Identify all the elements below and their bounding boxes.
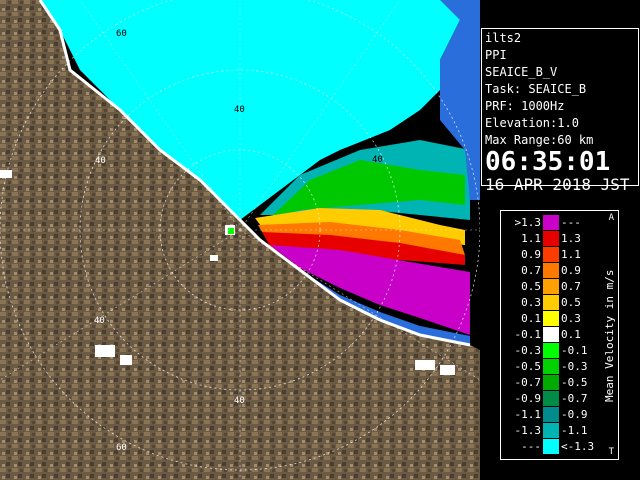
- legend-color-swatch: [543, 247, 559, 262]
- elevation-value: Elevation:1.0: [485, 116, 579, 130]
- legend-row: -0.1 0.1: [501, 327, 601, 342]
- legend-color-swatch: [543, 311, 559, 326]
- legend-high-value: -0.5: [561, 376, 588, 389]
- legend-color-swatch: [543, 231, 559, 246]
- product-name: SEAICE_B_V: [485, 65, 558, 79]
- legend-high-value: -0.3: [561, 360, 588, 373]
- legend-color-swatch: [543, 295, 559, 310]
- legend-low-value: -0.5: [514, 360, 542, 373]
- range-label-40-w: 40: [95, 156, 106, 166]
- task-name: Task: SEAICE_B: [485, 82, 587, 96]
- legend-color-swatch: [543, 439, 559, 454]
- legend-color-swatch: [543, 327, 559, 342]
- legend-title: Mean Velocity in m/s: [603, 269, 616, 403]
- legend-corner-bottom: T: [608, 447, 614, 457]
- legend-row: 0.5 0.7: [501, 279, 601, 294]
- legend-row: 0.7 0.9: [501, 263, 601, 278]
- legend-color-swatch: [543, 263, 559, 278]
- legend-low-value: -1.1: [514, 408, 542, 421]
- legend-color-swatch: [543, 279, 559, 294]
- range-label-60-nw: 60: [116, 29, 127, 39]
- legend-row: -0.9 -0.7: [501, 391, 601, 406]
- legend-high-value: 0.5: [561, 296, 581, 309]
- radar-ppi-display: 60 40 40 40 40 40 60: [0, 0, 480, 480]
- legend-row: >1.3 ---: [501, 215, 601, 230]
- legend-low-value: 0.5: [521, 280, 541, 293]
- legend-color-swatch: [543, 215, 559, 230]
- legend-low-value: 0.9: [521, 248, 541, 261]
- velocity-legend: >1.3 --- 1.1 1.3 0.9 1.1 0.7 0.9 0.5 0.7 0.3 0.5 0.1…: [500, 210, 619, 460]
- legend-row: 0.3 0.5: [501, 295, 601, 310]
- legend-low-value: ---: [521, 440, 541, 453]
- legend-low-value: -0.3: [514, 344, 542, 357]
- scan-date: 16 APR 2018 JST: [485, 175, 630, 194]
- legend-row: -0.3 -0.1: [501, 343, 601, 358]
- scan-time: 06:35:01: [485, 147, 611, 177]
- range-label-40-s: 40: [234, 396, 245, 406]
- legend-row: --- <-1.3: [501, 439, 601, 454]
- legend-high-value: ---: [561, 216, 581, 229]
- legend-color-swatch: [543, 391, 559, 406]
- legend-high-value: -0.1: [561, 344, 588, 357]
- legend-high-value: 1.3: [561, 232, 581, 245]
- legend-row: -1.3 -1.1: [501, 423, 601, 438]
- legend-high-value: 1.1: [561, 248, 581, 261]
- legend-corner-top: A: [608, 213, 614, 223]
- legend-low-value: 0.7: [521, 264, 541, 277]
- legend-low-value: 0.3: [521, 296, 541, 309]
- range-label-40-sw: 40: [94, 316, 105, 326]
- legend-high-value: <-1.3: [561, 440, 595, 453]
- legend-low-value: >1.3: [514, 216, 542, 229]
- legend-high-value: 0.1: [561, 328, 581, 341]
- info-panel: ilts2 PPI SEAICE_B_V Task: SEAICE_B PRF:…: [481, 28, 639, 194]
- legend-high-value: -0.9: [561, 408, 588, 421]
- range-label-40-n: 40: [234, 105, 245, 115]
- legend-color-swatch: [543, 343, 559, 358]
- legend-low-value: -0.1: [514, 328, 542, 341]
- legend-high-value: 0.3: [561, 312, 581, 325]
- legend-low-value: 0.1: [521, 312, 541, 325]
- radar-site-marker: [228, 228, 234, 234]
- legend-color-swatch: [543, 407, 559, 422]
- range-label-40-ne: 40: [372, 155, 383, 165]
- legend-high-value: 0.7: [561, 280, 581, 293]
- legend-high-value: -1.1: [561, 424, 588, 437]
- legend-row: 0.1 0.3: [501, 311, 601, 326]
- legend-row: 0.9 1.1: [501, 247, 601, 262]
- legend-high-value: -0.7: [561, 392, 588, 405]
- legend-low-value: 1.1: [521, 232, 541, 245]
- prf-value: PRF: 1000Hz: [485, 99, 565, 113]
- legend-low-value: -0.9: [514, 392, 542, 405]
- legend-color-swatch: [543, 375, 559, 390]
- scan-mode: PPI: [485, 48, 507, 62]
- station-name: ilts2: [485, 31, 522, 45]
- legend-row: -1.1 -0.9: [501, 407, 601, 422]
- legend-low-value: -0.7: [514, 376, 542, 389]
- range-label-60-s: 60: [116, 443, 127, 453]
- legend-row: 1.1 1.3: [501, 231, 601, 246]
- legend-low-value: -1.3: [514, 424, 542, 437]
- legend-row: -0.5 -0.3: [501, 359, 601, 374]
- legend-row: -0.7 -0.5: [501, 375, 601, 390]
- legend-color-swatch: [543, 359, 559, 374]
- legend-high-value: 0.9: [561, 264, 581, 277]
- legend-color-swatch: [543, 423, 559, 438]
